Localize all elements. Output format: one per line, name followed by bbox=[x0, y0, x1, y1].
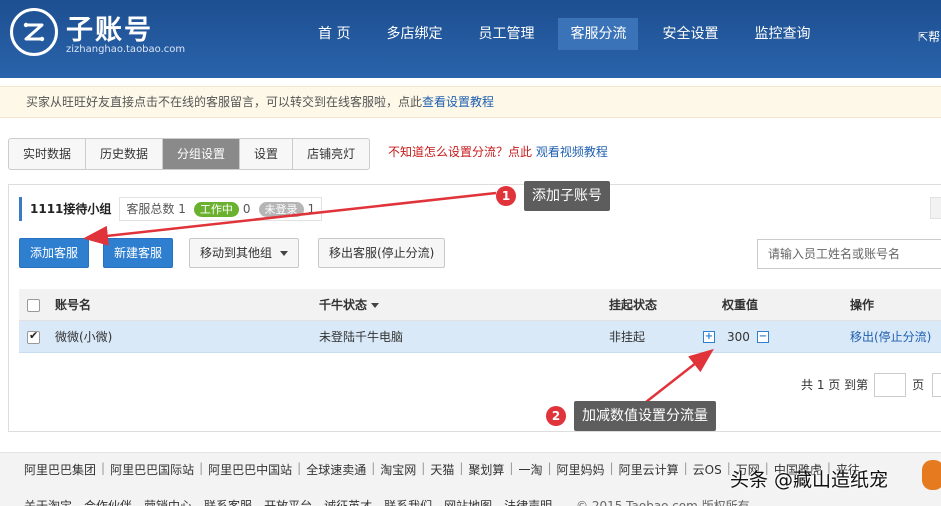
footer-link[interactable]: 联系我们 bbox=[384, 497, 432, 506]
offline-count: 1 bbox=[307, 202, 316, 216]
remove-service-button[interactable]: 移出客服(停止分流) bbox=[318, 238, 446, 268]
column-suspend-status: 挂起状态 bbox=[609, 298, 658, 312]
nav-multi-store[interactable]: 多店绑定 bbox=[374, 18, 454, 50]
tab-hint: 不知道怎么设置分流？点此 观看视频教程 bbox=[388, 145, 608, 159]
footer-link[interactable]: 阿里巴巴国际站 bbox=[110, 461, 194, 478]
table-header: 账号名 千牛状态 挂起状态 权重值 操作 bbox=[19, 289, 941, 321]
nav-staff[interactable]: 员工管理 bbox=[466, 18, 546, 50]
watermark: 头条 @藏山造纸宠 bbox=[730, 469, 889, 491]
notice-tutorial-link[interactable]: 查看设置教程 bbox=[422, 95, 494, 109]
go-page-button[interactable] bbox=[932, 373, 941, 397]
plus-icon[interactable]: + bbox=[703, 331, 715, 343]
notice-text: 买家从旺旺好友直接点击不在线的客服留言，可以转交到在线客服啦，点此 bbox=[26, 95, 423, 109]
callout-add-subaccount: 添加子账号 bbox=[524, 181, 610, 211]
group-stats: 客服总数 1 工作中 0 未登录 1 bbox=[119, 197, 323, 221]
footer-link[interactable]: 开放平台 bbox=[264, 497, 312, 506]
callout-number-1: 1 bbox=[496, 186, 516, 206]
footer-link[interactable]: 法律声明 bbox=[504, 497, 552, 506]
row-checkbox[interactable] bbox=[27, 329, 40, 344]
move-group-dropdown[interactable]: 移动到其他组 bbox=[189, 238, 300, 268]
main-nav: 首 页 多店绑定 员工管理 客服分流 安全设置 监控查询 bbox=[306, 18, 834, 50]
top-header: 子账号 zizhanghao.taobao.com 首 页 多店绑定 员工管理 … bbox=[0, 0, 941, 78]
column-account: 账号名 bbox=[55, 298, 92, 312]
search-input[interactable] bbox=[757, 239, 941, 269]
footer-link[interactable]: 天猫 bbox=[430, 461, 454, 478]
minus-icon[interactable]: − bbox=[757, 331, 769, 343]
external-link-icon: ⇱ bbox=[918, 30, 929, 44]
tab-group-settings[interactable]: 分组设置 bbox=[163, 139, 241, 169]
account-name: 微微(小微) bbox=[55, 330, 113, 344]
nav-service-distribution[interactable]: 客服分流 bbox=[558, 18, 639, 50]
tab-history-data[interactable]: 历史数据 bbox=[86, 139, 164, 169]
footer-link[interactable]: 诚征英才 bbox=[324, 497, 372, 506]
footer-link[interactable]: 阿里巴巴集团 bbox=[24, 461, 96, 478]
group-name: 1111接待小组 bbox=[30, 202, 112, 216]
suspend-status: 非挂起 bbox=[609, 330, 646, 344]
notice-bar: 买家从旺旺好友直接点击不在线的客服留言，可以转交到在线客服啦，点此查看设置教程 bbox=[0, 86, 941, 118]
group-panel: 1111接待小组 客服总数 1 工作中 0 未登录 1 添加客服 新建客服 移动到其… bbox=[8, 184, 941, 432]
tab-realtime-data[interactable]: 实时数据 bbox=[9, 139, 87, 169]
sort-icon bbox=[371, 303, 380, 308]
column-weight: 权重值 bbox=[722, 298, 759, 312]
sub-tabs: 实时数据 历史数据 分组设置 设置 店铺亮灯 bbox=[8, 138, 371, 170]
footer-link[interactable]: 联系客服 bbox=[204, 497, 252, 506]
footer-link[interactable]: 聚划算 bbox=[468, 461, 504, 478]
total-count: 1 bbox=[178, 202, 186, 216]
weight-value: 300 bbox=[727, 330, 750, 344]
logo-icon bbox=[10, 8, 58, 56]
page-number-input[interactable] bbox=[874, 373, 907, 397]
footer-link[interactable]: 淘宝网 bbox=[380, 461, 416, 478]
footer-link[interactable]: 一淘 bbox=[518, 461, 542, 478]
footer-link[interactable]: 阿里云计算 bbox=[619, 461, 679, 478]
column-qianniu-status[interactable]: 千牛状态 bbox=[319, 289, 380, 321]
working-badge: 工作中 bbox=[193, 201, 239, 217]
footer-link[interactable]: 云OS bbox=[693, 461, 722, 478]
callout-number-2: 2 bbox=[546, 406, 566, 426]
select-all-checkbox[interactable] bbox=[27, 299, 40, 312]
help-link[interactable]: ⇱帮 bbox=[918, 28, 940, 45]
tab-settings[interactable]: 设置 bbox=[240, 139, 294, 169]
footer-link[interactable]: 网站地图 bbox=[444, 497, 492, 506]
footer-links-secondary: 关于淘宝 合作伙伴 营销中心 联系客服 开放平台 诚征英才 联系我们 网站地图 … bbox=[24, 497, 564, 506]
tab-store-light[interactable]: 店铺亮灯 bbox=[293, 139, 369, 169]
footer-link[interactable]: 阿里巴巴中国站 bbox=[208, 461, 292, 478]
footer-link[interactable]: 全球速卖通 bbox=[306, 461, 366, 478]
panel-corner-button[interactable] bbox=[930, 197, 941, 219]
callout-adjust-weight: 加减数值设置分流量 bbox=[574, 401, 716, 431]
group-header: 1111接待小组 客服总数 1 工作中 0 未登录 1 bbox=[19, 197, 323, 221]
nav-monitoring[interactable]: 监控查询 bbox=[742, 18, 822, 50]
brand-title: 子账号 bbox=[66, 15, 153, 46]
new-service-button[interactable]: 新建客服 bbox=[103, 238, 174, 268]
nav-home[interactable]: 首 页 bbox=[306, 18, 362, 50]
table-row[interactable]: 微微(小微) 未登陆千牛电脑 非挂起 + 300 − 移出(停止分流) bbox=[19, 321, 941, 353]
avatar bbox=[922, 460, 941, 490]
column-action: 操作 bbox=[850, 298, 875, 312]
copyright: © 2015 Taobao.com 版权所有 bbox=[576, 499, 750, 506]
pagination: 共 1 页 到第 页 bbox=[801, 373, 941, 397]
qianniu-status: 未登陆千牛电脑 bbox=[319, 330, 404, 344]
remove-stop-distribution-link[interactable]: 移出(停止分流) bbox=[850, 330, 931, 344]
footer-link[interactable]: 营销中心 bbox=[144, 497, 192, 506]
video-tutorial-link[interactable]: 观看视频教程 bbox=[536, 145, 608, 159]
offline-badge: 未登录 bbox=[258, 201, 304, 217]
nav-security[interactable]: 安全设置 bbox=[650, 18, 730, 50]
footer-link[interactable]: 阿里妈妈 bbox=[557, 461, 605, 478]
working-count: 0 bbox=[242, 202, 251, 216]
chevron-down-icon bbox=[280, 251, 289, 256]
brand-subtitle: zizhanghao.taobao.com bbox=[66, 44, 186, 55]
footer-link[interactable]: 合作伙伴 bbox=[84, 497, 132, 506]
add-service-button[interactable]: 添加客服 bbox=[19, 238, 90, 268]
footer-link[interactable]: 关于淘宝 bbox=[24, 497, 72, 506]
